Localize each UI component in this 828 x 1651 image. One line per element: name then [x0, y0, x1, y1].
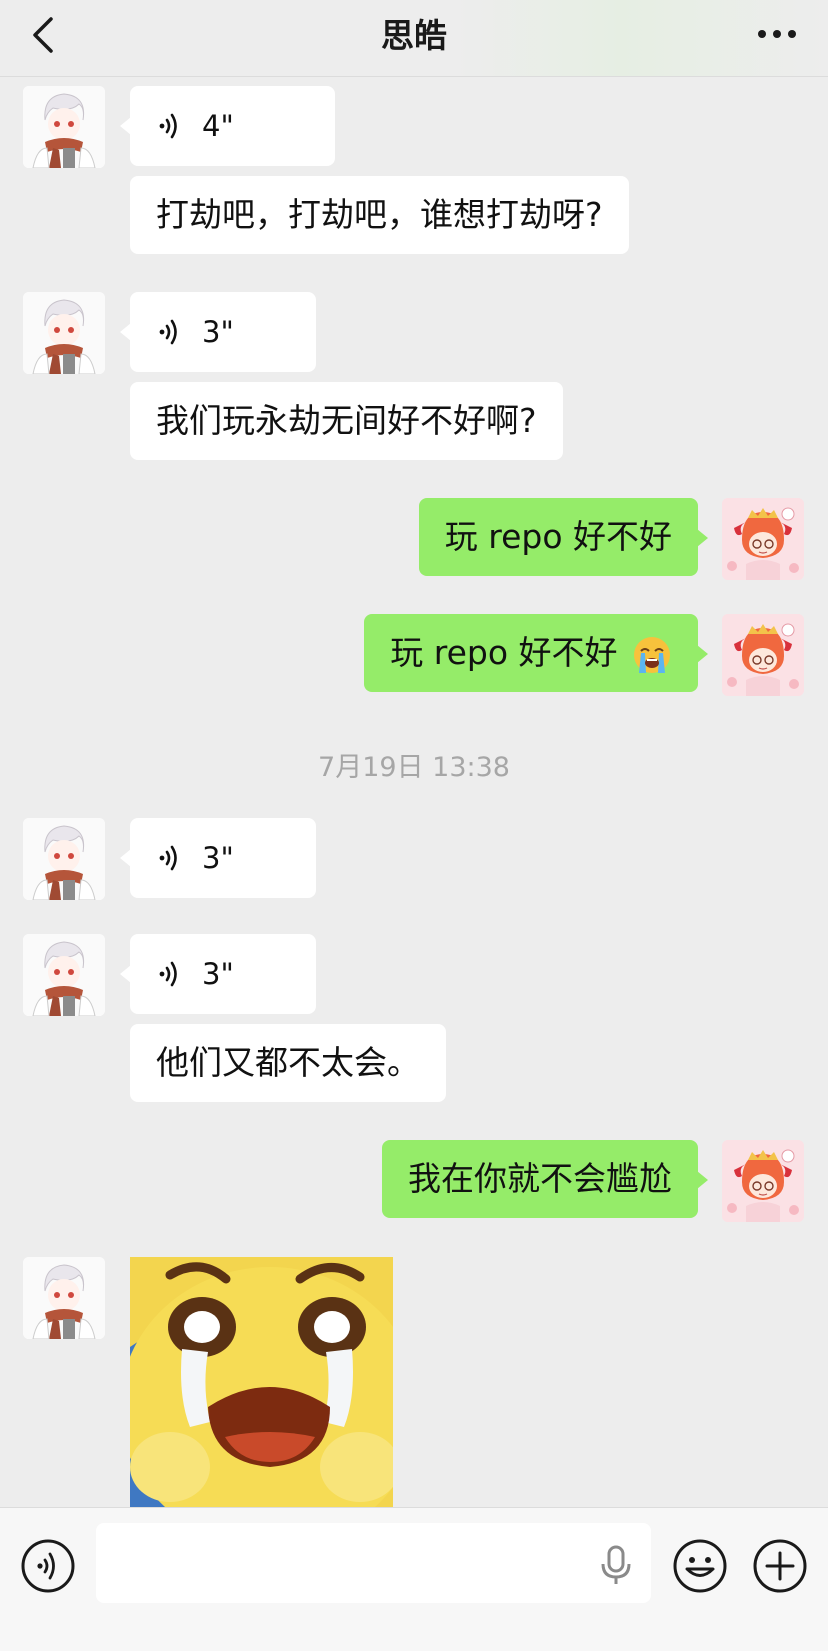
contact-avatar-image: [23, 86, 105, 168]
voice-message[interactable]: 3": [120, 934, 316, 1014]
message-text: 打劫吧，打劫吧，谁想打劫呀?: [156, 195, 603, 234]
my-avatar-image: [722, 614, 804, 696]
text-message[interactable]: 我们玩永劫无间好不好啊?: [130, 382, 563, 460]
message-input[interactable]: [96, 1523, 651, 1603]
message-text: 玩 repo 好不好: [444, 517, 672, 556]
my-avatar-image: [722, 1140, 804, 1222]
loudly-crying-face-emoji: [634, 636, 670, 673]
voice-duration: 3": [202, 841, 234, 875]
contact-avatar[interactable]: [23, 818, 105, 900]
outgoing-text-message[interactable]: 我在你就不会尴尬: [382, 1140, 708, 1218]
contact-avatar-image: [23, 292, 105, 374]
voice-wave-icon: [159, 113, 177, 139]
contact-avatar[interactable]: [23, 86, 105, 168]
voice-wave-icon: [159, 319, 177, 345]
my-avatar[interactable]: [722, 1140, 804, 1222]
outgoing-text-message[interactable]: 玩 repo 好不好: [418, 498, 709, 576]
contact-avatar-image: [23, 1257, 105, 1339]
emoji-button[interactable]: [672, 1538, 728, 1594]
chat-header: 思皓: [0, 0, 828, 77]
voice-duration: 4": [202, 109, 234, 143]
voice-wave-icon: [21, 1539, 75, 1593]
message-text: 我们玩永劫无间好不好啊?: [156, 401, 537, 440]
more-button[interactable]: [750, 10, 804, 60]
contact-avatar-image: [23, 818, 105, 900]
plus-icon: [753, 1539, 807, 1593]
crying-duck-sticker: [130, 1257, 393, 1507]
contact-avatar-image: [23, 934, 105, 1016]
smile-icon: [673, 1539, 727, 1593]
microphone-button[interactable]: [596, 1544, 636, 1586]
voice-input-toggle-button[interactable]: [20, 1538, 76, 1594]
voice-wave-icon: [159, 961, 177, 987]
microphone-icon: [601, 1545, 631, 1584]
text-message[interactable]: 他们又都不太会。: [130, 1024, 446, 1102]
voice-message[interactable]: 3": [120, 292, 316, 372]
voice-message[interactable]: 4": [120, 86, 335, 166]
input-bar: [0, 1507, 828, 1651]
more-dots-icon: [758, 30, 796, 38]
my-avatar[interactable]: [722, 498, 804, 580]
voice-message[interactable]: 3": [120, 818, 316, 898]
voice-duration: 3": [202, 315, 234, 349]
message-text: 我在你就不会尴尬: [408, 1159, 672, 1198]
voice-wave-icon: [159, 845, 177, 871]
crying-sticker-image[interactable]: [130, 1257, 393, 1507]
message-text: 他们又都不太会。: [156, 1043, 420, 1082]
contact-avatar[interactable]: [23, 934, 105, 1016]
my-avatar[interactable]: [722, 614, 804, 696]
message-text: 玩 repo 好不好: [390, 633, 618, 672]
message-timestamp: 7月19日 13:38: [318, 752, 510, 783]
chat-screen: 思皓 4" 打劫吧，打劫吧，谁想打劫呀? 3" 我们玩永劫无间好不好啊? 玩 r…: [0, 0, 828, 1651]
contact-avatar[interactable]: [23, 292, 105, 374]
outgoing-text-message[interactable]: 玩 repo 好不好: [364, 614, 708, 692]
voice-duration: 3": [202, 957, 234, 991]
more-functions-button[interactable]: [752, 1538, 808, 1594]
contact-avatar[interactable]: [23, 1257, 105, 1339]
my-avatar-image: [722, 498, 804, 580]
chat-title: 思皓: [381, 16, 447, 55]
text-message[interactable]: 打劫吧，打劫吧，谁想打劫呀?: [130, 176, 629, 254]
